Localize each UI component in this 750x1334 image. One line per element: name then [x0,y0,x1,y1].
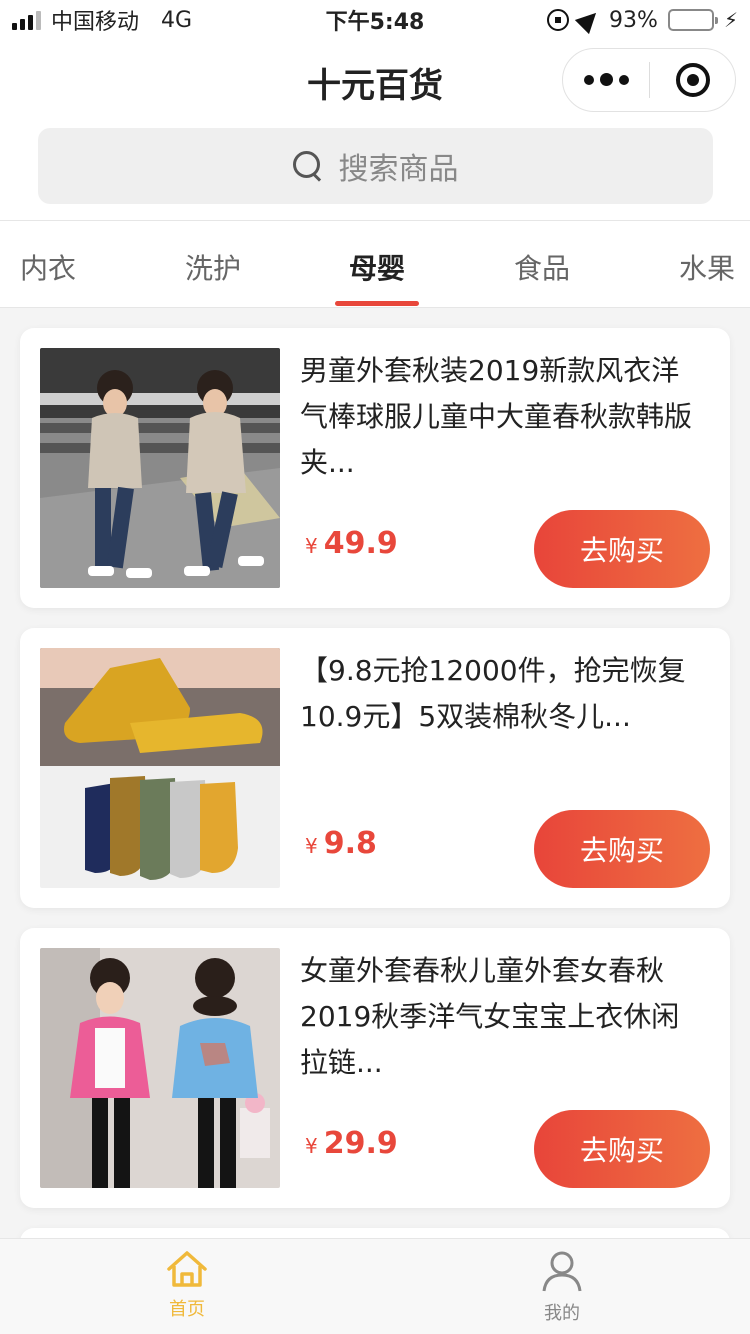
category-tabs: 内衣 洗护 母婴 食品 水果 [0,220,750,308]
buy-button[interactable]: 去购买 [534,510,710,588]
bottom-tab-bar: 首页 我的 [0,1238,750,1334]
tab-bar-home[interactable]: 首页 [127,1249,247,1321]
close-miniprogram-button[interactable] [650,63,735,97]
buy-button[interactable]: 去购买 [534,810,710,888]
signal-icon [12,10,41,30]
rotation-lock-icon [547,9,570,31]
tab-fruit[interactable]: 水果 [679,247,735,287]
tab-food[interactable]: 食品 [514,247,570,287]
tab-care[interactable]: 洗护 [185,247,241,287]
currency-symbol: ¥ [305,1134,318,1158]
more-icon[interactable] [563,72,649,86]
tab-bar-mine[interactable]: 我的 [502,1249,622,1325]
price-value: 29.9 [323,1126,398,1161]
product-image[interactable] [40,648,280,888]
price-value: 49.9 [323,526,398,561]
carrier-label: 中国移动 [51,10,140,35]
product-title[interactable]: 男童外套秋装2019新款风衣洋气棒球服儿童中大童春秋款韩版夹... [300,348,700,486]
product-card[interactable]: 男童外套秋装2019新款风衣洋气棒球服儿童中大童春秋款韩版夹... ¥ 49.9… [20,328,730,608]
search-input[interactable]: 搜索商品 [38,128,713,204]
status-bar: 中国移动 4G 下午5:48 93% ⚡ [0,0,750,40]
currency-symbol: ¥ [305,534,318,558]
search-area: 搜索商品 [0,122,750,220]
product-card[interactable]: 女童外套春秋儿童外套女春秋2019秋季洋气女宝宝上衣休闲拉链... ¥ 29.9… [20,928,730,1208]
tab-underwear[interactable]: 内衣 [20,247,76,287]
network-label: 4G [161,7,193,33]
tab-mother-baby[interactable]: 母婴 [349,247,405,287]
tab-bar-home-label: 首页 [169,1299,205,1320]
product-card[interactable]: 【9.8元抢12000件，抢完恢复10.9元】5双装棉秋冬儿... ¥ 9.8 … [20,628,730,908]
location-icon [574,5,604,35]
search-placeholder: 搜索商品 [338,152,459,187]
product-title[interactable]: 【9.8元抢12000件，抢完恢复10.9元】5双装棉秋冬儿... [300,648,700,740]
product-price: ¥ 29.9 [305,1126,398,1161]
buy-button[interactable]: 去购买 [534,1110,710,1188]
tab-bar-mine-label: 我的 [544,1303,580,1324]
target-icon [675,63,710,97]
nav-bar: 十元百货 [0,40,750,122]
person-icon [540,1249,584,1293]
product-price: ¥ 9.8 [305,826,377,861]
miniprogram-capsule [562,48,736,112]
charging-icon: ⚡ [723,8,738,32]
search-icon [292,151,323,181]
price-value: 9.8 [323,826,377,861]
currency-symbol: ¥ [305,834,318,858]
product-image[interactable] [40,348,280,588]
product-price: ¥ 49.9 [305,526,398,561]
battery-icon [667,9,718,31]
battery-percent: 93% [609,7,658,33]
product-title[interactable]: 女童外套春秋儿童外套女春秋2019秋季洋气女宝宝上衣休闲拉链... [300,948,700,1086]
home-icon [165,1249,209,1289]
product-image[interactable] [40,948,280,1188]
active-tab-indicator [335,301,419,306]
